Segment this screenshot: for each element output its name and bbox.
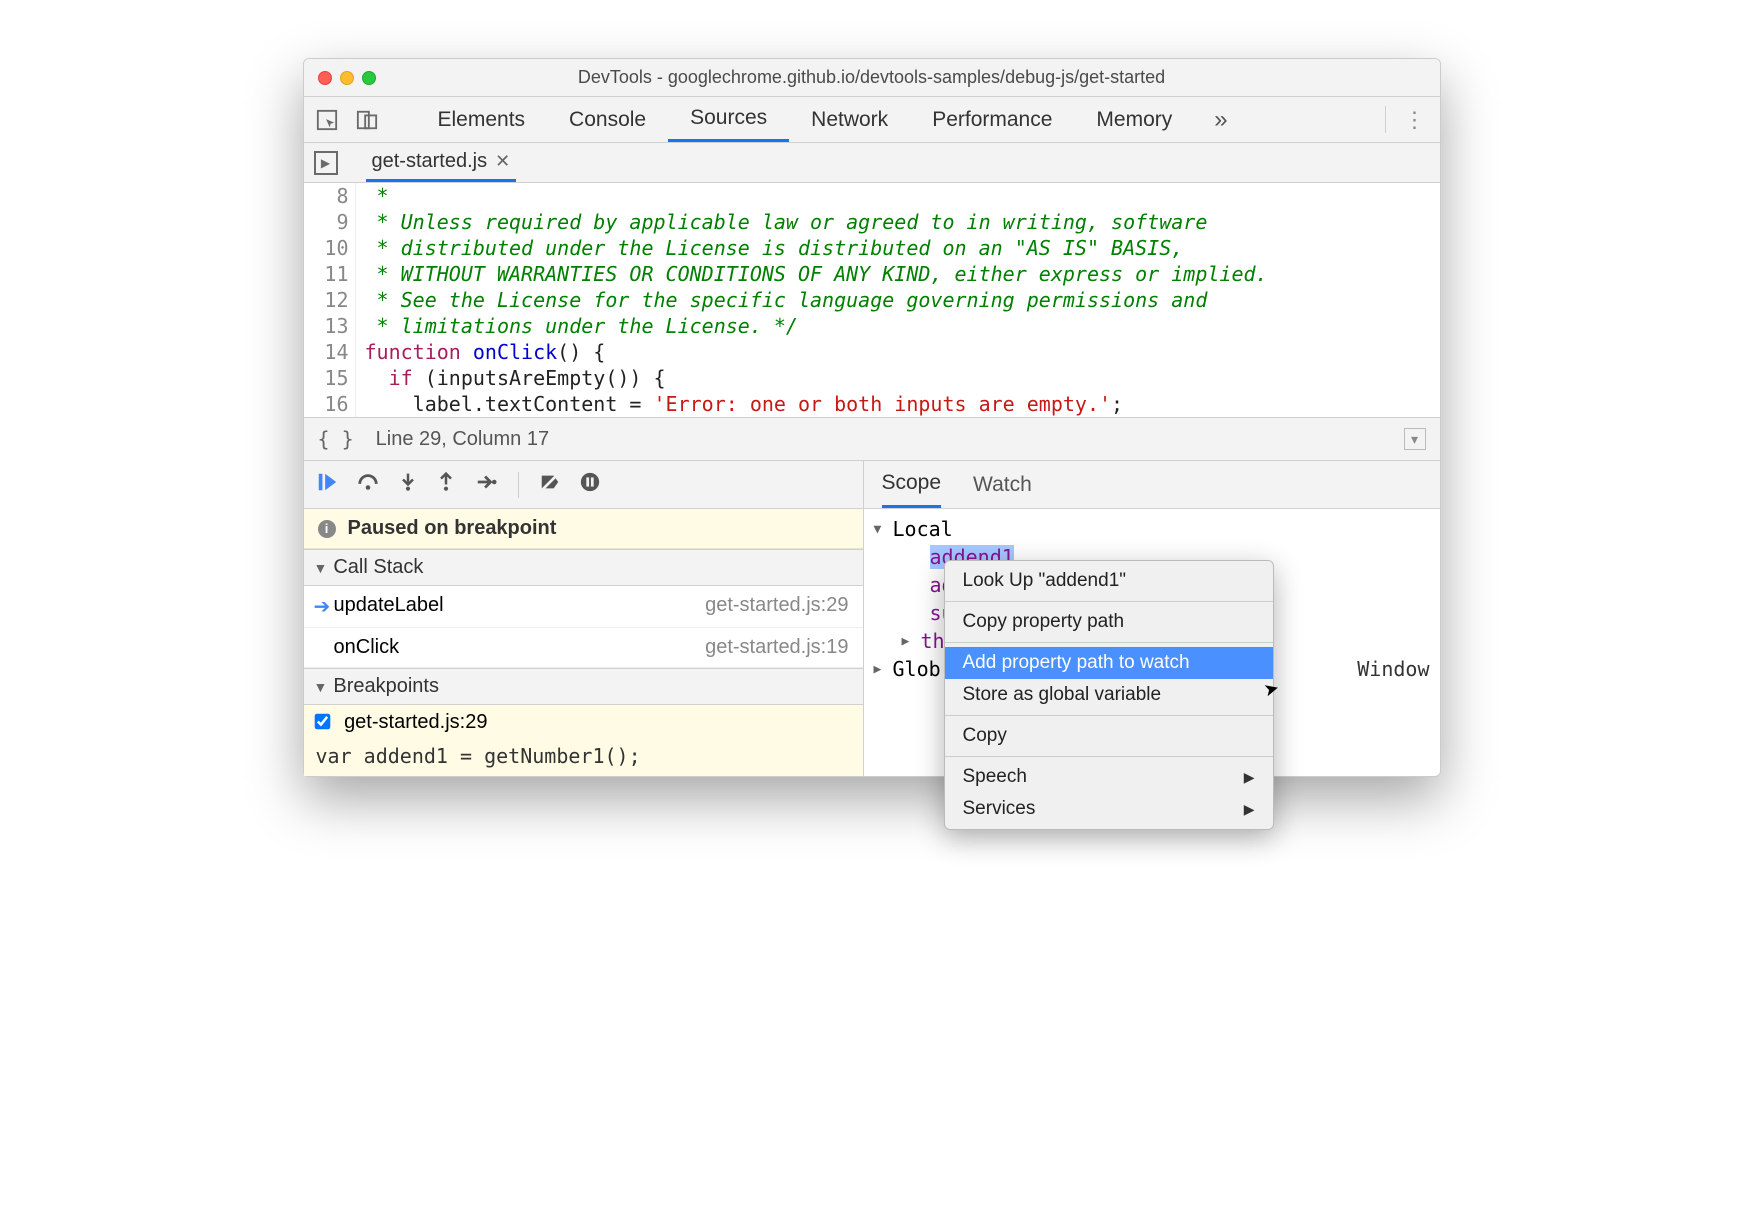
ctx-add-to-watch[interactable]: Add property path to watch [945, 647, 1273, 679]
breakpoints-label: Breakpoints [333, 675, 439, 698]
code-line: * distributed under the License is distr… [356, 235, 1184, 261]
code-line: * See the License for the specific langu… [356, 287, 1208, 313]
chevron-right-icon: ▶ [902, 634, 916, 649]
pretty-print-icon[interactable]: { } [318, 427, 354, 451]
close-file-icon[interactable]: ✕ [495, 151, 510, 172]
current-frame-icon: ➔ [314, 594, 328, 619]
line-number: 12 [304, 287, 356, 313]
separator [945, 715, 1273, 716]
debugger-toolbar [304, 461, 863, 509]
breakpoint-item[interactable]: get-started.js:29 [304, 705, 863, 740]
chevron-down-icon: ▼ [314, 679, 328, 695]
breakpoints-header[interactable]: ▼ Breakpoints [304, 668, 863, 705]
collapse-icon[interactable]: ▾ [1404, 428, 1426, 450]
cursor-position: Line 29, Column 17 [376, 428, 549, 451]
chevron-down-icon: ▼ [314, 560, 328, 576]
ctx-copy[interactable]: Copy [945, 720, 1273, 752]
pause-exceptions-icon[interactable] [579, 471, 601, 499]
callstack-label: Call Stack [333, 556, 423, 579]
kebab-menu-icon[interactable]: ⋮ [1385, 106, 1430, 133]
tab-console[interactable]: Console [547, 97, 668, 142]
scope-watch-tabs: Scope Watch [864, 461, 1440, 509]
watch-tab[interactable]: Watch [973, 461, 1032, 508]
line-number: 10 [304, 235, 356, 261]
code-line: * Unless required by applicable law or a… [356, 209, 1208, 235]
callstack-item[interactable]: ➔ updateLabel get-started.js:29 [304, 586, 863, 628]
ctx-store-global[interactable]: Store as global variable [945, 679, 1273, 711]
code-line: function onClick() { [356, 339, 606, 365]
step-into-icon[interactable] [398, 471, 418, 499]
step-icon[interactable] [474, 471, 498, 499]
code-line: * WITHOUT WARRANTIES OR CONDITIONS OF AN… [356, 261, 1268, 287]
scope-local-header[interactable]: ▼ Local [874, 515, 1430, 543]
frame-name: onClick [334, 636, 400, 659]
device-toggle-icon[interactable] [354, 107, 380, 133]
context-menu: Look Up "addend1" Copy property path Add… [944, 560, 1274, 830]
ctx-lookup[interactable]: Look Up "addend1" [945, 565, 1273, 597]
step-out-icon[interactable] [436, 471, 456, 499]
tab-sources[interactable]: Sources [668, 97, 789, 142]
debugger-left: i Paused on breakpoint ▼ Call Stack ➔ upd… [304, 461, 864, 776]
frame-location: get-started.js:19 [705, 636, 848, 659]
line-number: 13 [304, 313, 356, 339]
scope-label: Local [893, 517, 953, 541]
tab-elements[interactable]: Elements [416, 97, 548, 142]
frame-location: get-started.js:29 [705, 594, 848, 619]
ctx-speech[interactable]: Speech▶ [945, 761, 1273, 793]
scope-label: Glob [893, 657, 941, 681]
chevron-right-icon: ▶ [874, 662, 888, 677]
separator [945, 601, 1273, 602]
submenu-arrow-icon: ▶ [1244, 769, 1255, 786]
panel-tabs: Elements Console Sources Network Perform… [304, 97, 1440, 143]
pause-message: Paused on breakpoint [348, 517, 557, 540]
ctx-copy-property-path[interactable]: Copy property path [945, 606, 1273, 638]
code-line: label.textContent = 'Error: one or both … [356, 391, 1124, 417]
file-tabs: ▶ get-started.js ✕ [304, 143, 1440, 183]
code-line: * [356, 183, 389, 209]
file-tab-label: get-started.js [372, 150, 488, 173]
editor-statusbar: { } Line 29, Column 17 ▾ [304, 417, 1440, 461]
variable-name: th [921, 629, 945, 653]
step-over-icon[interactable] [356, 471, 380, 499]
scope-tab[interactable]: Scope [882, 461, 942, 508]
info-icon: i [318, 520, 336, 538]
devtools-window: DevTools - googlechrome.github.io/devtoo… [303, 58, 1441, 777]
titlebar: DevTools - googlechrome.github.io/devtoo… [304, 59, 1440, 97]
frame-name: updateLabel [334, 594, 444, 619]
window-title: DevTools - googlechrome.github.io/devtoo… [304, 67, 1440, 88]
file-tab[interactable]: get-started.js ✕ [366, 143, 517, 182]
scope-value: Window [1357, 657, 1429, 681]
show-navigator-icon[interactable]: ▶ [314, 151, 338, 175]
callstack-item[interactable]: onClick get-started.js:19 [304, 628, 863, 668]
tab-performance[interactable]: Performance [910, 97, 1074, 142]
ctx-services[interactable]: Services▶ [945, 793, 1273, 825]
tab-memory[interactable]: Memory [1074, 97, 1194, 142]
callstack-header[interactable]: ▼ Call Stack [304, 549, 863, 586]
line-number: 16 [304, 391, 356, 417]
code-line: if (inputsAreEmpty()) { [356, 365, 666, 391]
line-number: 14 [304, 339, 356, 365]
code-editor[interactable]: 8 * 9 * Unless required by applicable la… [304, 183, 1440, 417]
deactivate-breakpoints-icon[interactable] [539, 471, 561, 499]
submenu-arrow-icon: ▶ [1244, 801, 1255, 818]
line-number: 8 [304, 183, 356, 209]
tab-network[interactable]: Network [789, 97, 910, 142]
inspect-icon[interactable] [314, 107, 340, 133]
more-tabs-button[interactable]: » [1206, 106, 1235, 134]
breakpoint-label: get-started.js:29 [344, 711, 487, 733]
breakpoint-checkbox[interactable] [314, 714, 330, 730]
chevron-down-icon: ▼ [874, 522, 888, 537]
code-line: * limitations under the License. */ [356, 313, 798, 339]
separator [945, 756, 1273, 757]
line-number: 15 [304, 365, 356, 391]
separator [945, 642, 1273, 643]
line-number: 11 [304, 261, 356, 287]
separator [518, 472, 519, 498]
resume-icon[interactable] [316, 471, 338, 499]
line-number: 9 [304, 209, 356, 235]
pause-banner: i Paused on breakpoint [304, 509, 863, 549]
breakpoint-source: var addend1 = getNumber1(); [304, 740, 863, 776]
